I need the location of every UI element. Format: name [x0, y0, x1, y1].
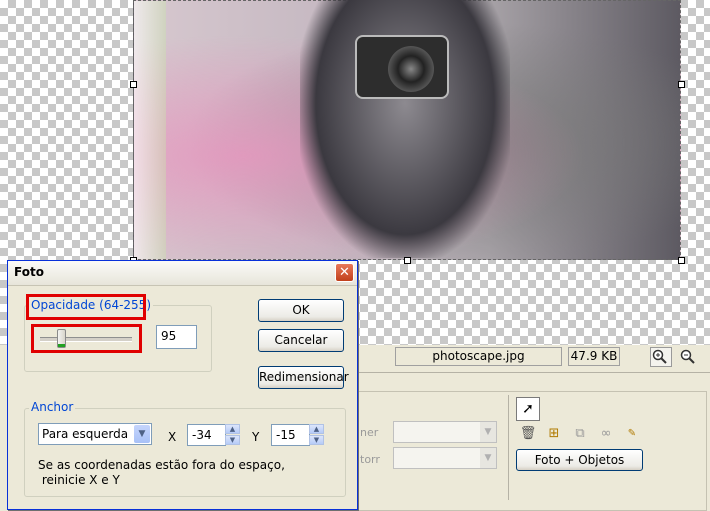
text-icon[interactable]: ✎: [623, 425, 641, 443]
spin-down-icon[interactable]: ▼: [309, 435, 324, 445]
spin-down-icon[interactable]: ▼: [225, 435, 240, 445]
highlight-opacity-slider: [31, 324, 142, 353]
spin-up-icon[interactable]: ▲: [225, 424, 240, 434]
faded-label-2: torr: [360, 453, 380, 466]
photo-objects-button[interactable]: Foto + Objetos: [516, 449, 643, 471]
anchor-legend: Anchor: [29, 400, 76, 414]
status-filename: photoscape.jpg: [395, 347, 562, 366]
resize-handle-right[interactable]: [678, 81, 685, 88]
zoom-in-button[interactable]: [650, 347, 672, 367]
photo-edge-fade: [134, 1, 166, 259]
add-object-icon[interactable]: ⊞: [545, 425, 563, 443]
zoom-in-icon: [652, 349, 667, 364]
anchor-note: Se as coordenadas estão fora do espaço, …: [38, 458, 285, 487]
resize-button[interactable]: Redimensionar: [258, 366, 349, 389]
x-stepper[interactable]: ▲ ▼: [225, 424, 241, 446]
resize-handle-bottom[interactable]: [404, 257, 411, 264]
trash-icon[interactable]: 🗑: [519, 425, 537, 443]
y-input[interactable]: -15: [271, 424, 310, 446]
y-label: Y: [252, 430, 260, 444]
resize-handle-left[interactable]: [130, 81, 137, 88]
zoom-out-icon: [680, 349, 695, 364]
resize-handle-bottom-right[interactable]: [678, 257, 685, 264]
x-input[interactable]: -34: [187, 424, 226, 446]
anchor-position-select[interactable]: Para esquerda ▼: [38, 423, 152, 445]
opacity-value-input[interactable]: 95: [156, 325, 197, 349]
y-stepper[interactable]: ▲ ▼: [309, 424, 325, 446]
x-label: X: [168, 430, 177, 444]
chevron-down-icon: ▼: [480, 448, 496, 468]
status-bar: photoscape.jpg 47.9 KB: [355, 345, 710, 367]
dialog-title: Foto: [14, 265, 44, 279]
chevron-down-icon: ▼: [134, 425, 150, 443]
link-icon[interactable]: ∞: [597, 425, 615, 443]
chevron-down-icon: ▼: [480, 422, 496, 442]
copy-icon[interactable]: ⧉: [571, 425, 589, 443]
pointer-icon: ➚: [522, 401, 534, 417]
close-icon: ✕: [339, 265, 350, 280]
camera-lens-image: [388, 46, 434, 92]
zoom-out-button[interactable]: [678, 347, 700, 367]
anchor-position-value: Para esquerda: [42, 427, 129, 441]
cancel-button[interactable]: Cancelar: [258, 329, 344, 352]
pointer-tool-button[interactable]: ➚: [516, 397, 540, 421]
panel-divider: [508, 395, 509, 500]
ok-button[interactable]: OK: [258, 299, 344, 322]
status-filesize: 47.9 KB: [568, 347, 620, 366]
close-button[interactable]: ✕: [335, 263, 354, 282]
disabled-select-2[interactable]: ▼: [393, 447, 497, 469]
faded-label-1: ner: [360, 426, 379, 439]
highlight-opacity-label: [26, 294, 146, 320]
disabled-select-1[interactable]: ▼: [393, 421, 497, 443]
dialog-titlebar[interactable]: Foto ✕: [8, 261, 357, 286]
spin-up-icon[interactable]: ▲: [309, 424, 324, 434]
